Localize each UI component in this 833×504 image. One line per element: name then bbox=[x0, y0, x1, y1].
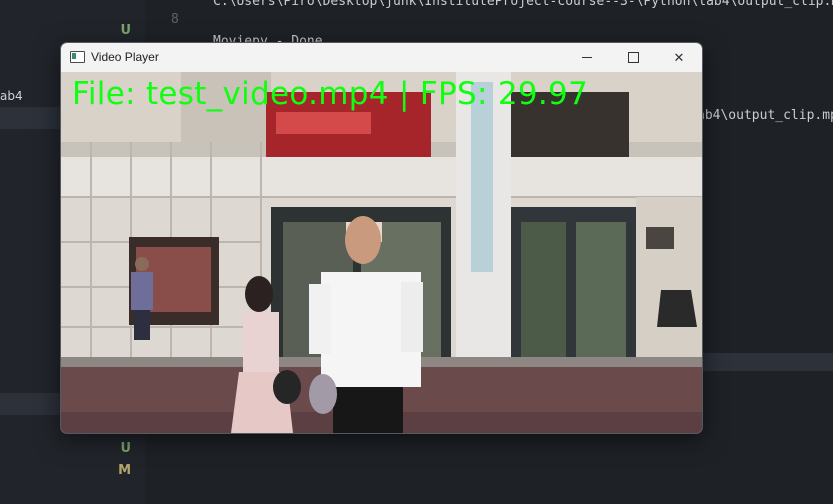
output-path-line: C:\Users\Piro\Desktop\junk\InstituteProj… bbox=[213, 0, 833, 9]
explorer-folder-label: ab4 bbox=[0, 89, 23, 103]
explorer-row[interactable]: U bbox=[0, 20, 145, 42]
video-frame-image bbox=[61, 72, 702, 433]
git-modified-badge: M bbox=[118, 463, 131, 478]
explorer-row[interactable]: M bbox=[0, 460, 145, 482]
video-player-window[interactable]: Video Player ✕ File: test_video.mp4 | FP… bbox=[60, 42, 703, 434]
close-icon: ✕ bbox=[673, 49, 685, 65]
video-frame[interactable]: File: test_video.mp4 | FPS: 29.97 bbox=[61, 72, 702, 433]
maximize-icon bbox=[627, 52, 639, 63]
minimize-button[interactable] bbox=[564, 43, 610, 72]
minimize-icon bbox=[582, 57, 592, 58]
git-untracked-badge: U bbox=[120, 23, 131, 38]
line-number: 8 bbox=[171, 12, 179, 27]
maximize-button[interactable] bbox=[610, 43, 656, 72]
app-window-icon bbox=[70, 51, 85, 63]
window-titlebar[interactable]: Video Player ✕ bbox=[61, 43, 702, 73]
output-path-fragment: ab4\output_clip.mp bbox=[697, 108, 833, 123]
window-title: Video Player bbox=[91, 50, 159, 64]
close-button[interactable]: ✕ bbox=[656, 43, 702, 72]
explorer-row[interactable]: U bbox=[0, 438, 145, 460]
git-untracked-badge: U bbox=[120, 441, 131, 456]
video-info-overlay: File: test_video.mp4 | FPS: 29.97 bbox=[72, 76, 589, 112]
